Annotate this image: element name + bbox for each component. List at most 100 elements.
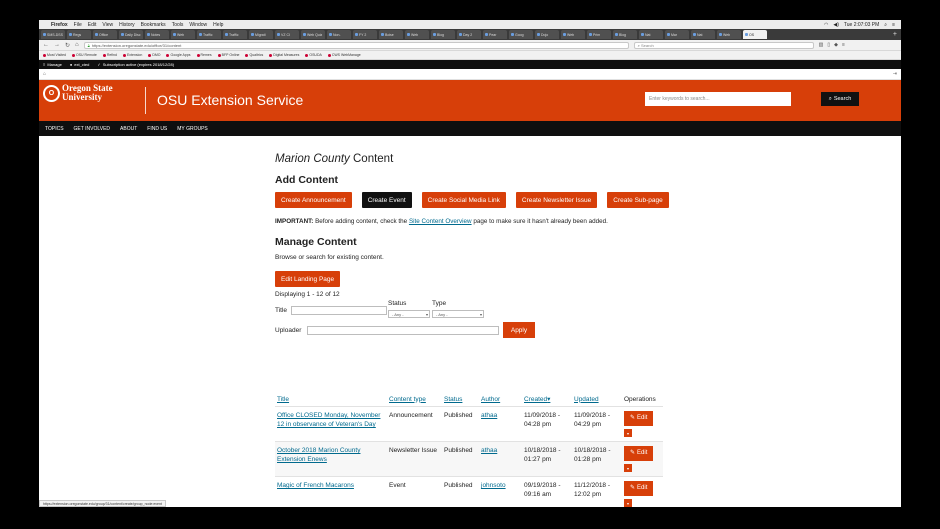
menu-view[interactable]: View (102, 22, 113, 28)
browser-tab[interactable]: Goog (509, 30, 533, 39)
manage-menu[interactable]: ≡ Manage (43, 62, 62, 67)
nav-find-us[interactable]: FIND US (147, 126, 167, 132)
browser-tab[interactable]: Blog (431, 30, 455, 39)
nav-my-groups[interactable]: MY GROUPS (177, 126, 207, 132)
create-newsletter-issue-button[interactable]: Create Newsletter Issue (515, 192, 598, 208)
author-link[interactable]: athaa (481, 412, 497, 419)
bookmark-item[interactable]: Qualtrics (245, 53, 263, 57)
menu-history[interactable]: History (119, 22, 135, 28)
bookmark-item[interactable]: Refind (102, 53, 117, 57)
create-announcement-button[interactable]: Create Announcement (275, 192, 352, 208)
browser-tab[interactable]: Nat (691, 30, 715, 39)
browser-tab[interactable]: Pear (483, 30, 507, 39)
spotlight-icon[interactable]: ⌕ (884, 22, 887, 28)
operations-dropdown-toggle[interactable]: ▾ (624, 499, 632, 507)
site-search-button[interactable]: ⌕ Search (821, 92, 859, 106)
bookmark-item[interactable]: DMO (148, 53, 160, 57)
browser-tab[interactable]: Daily Disc (119, 30, 143, 39)
home-icon[interactable]: ⌂ (75, 42, 79, 48)
browser-tab[interactable]: Dojo (535, 30, 559, 39)
menu-edit[interactable]: Edit (88, 22, 97, 28)
browser-tab[interactable]: Traffic (223, 30, 247, 39)
browser-tab[interactable]: Boise (379, 30, 403, 39)
menu-file[interactable]: File (74, 22, 82, 28)
browser-tab[interactable]: OS (743, 30, 767, 39)
content-title-link[interactable]: Office CLOSED Monday, November 12 in obs… (277, 412, 380, 428)
content-title-link[interactable]: October 2018 Marion County Extension Ene… (277, 447, 360, 463)
browser-tab[interactable]: Non- (327, 30, 351, 39)
browser-tab[interactable]: Web (405, 30, 429, 39)
browser-tab[interactable]: Mar (665, 30, 689, 39)
extension-icon[interactable]: ◆ (834, 42, 838, 48)
browser-tab[interactable]: Office (93, 30, 117, 39)
status-filter-select[interactable]: - Any - ▾ (388, 310, 430, 318)
author-link[interactable]: athaa (481, 447, 497, 454)
subscription-status[interactable]: ✓ Subscription active (expires 2018/12/2… (97, 62, 174, 67)
app-menu[interactable]: Firefox (51, 22, 68, 28)
sort-title-link[interactable]: Title (277, 396, 289, 403)
edit-button[interactable]: ✎ Edit (624, 481, 654, 496)
browser-tab[interactable]: Traffic (197, 30, 221, 39)
library-icon[interactable]: ▥ (819, 42, 824, 48)
menu-help[interactable]: Help (213, 22, 223, 28)
sort-created-link[interactable]: Created▾ (524, 396, 550, 403)
apply-button[interactable]: Apply (503, 322, 535, 338)
bookmark-item[interactable]: Google Apps (166, 53, 191, 57)
site-content-overview-link[interactable]: Site Content Overview (409, 218, 472, 225)
home-shortcut-icon[interactable]: ⌂ (43, 71, 46, 77)
bookmark-item[interactable]: Extension (122, 53, 142, 57)
browser-tab[interactable]: Web (171, 30, 195, 39)
collapse-icon[interactable]: ⇥ (893, 71, 897, 77)
create-sub-page-button[interactable]: Create Sub-page (607, 192, 669, 208)
sort-updated-link[interactable]: Updated (574, 396, 599, 403)
notification-icon[interactable]: ≡ (892, 22, 895, 28)
bookmark-item[interactable]: BFP Online (217, 53, 239, 57)
wifi-icon[interactable]: ◠ (824, 22, 828, 28)
operations-dropdown-toggle[interactable]: ▾ (624, 429, 632, 437)
browser-tab[interactable]: VZ CI (275, 30, 299, 39)
author-link[interactable]: johnsoto (481, 482, 506, 489)
url-bar[interactable]: 🔒︎ https://extension.oregonstate.edu/off… (83, 41, 629, 49)
sort-author-link[interactable]: Author (481, 396, 500, 403)
sidebar-icon[interactable]: ▯ (827, 42, 830, 48)
bookmark-item[interactable]: Most Visited (43, 53, 66, 57)
browser-search-input[interactable]: ⌕ Search (633, 41, 814, 49)
uploader-filter-input[interactable] (307, 326, 499, 335)
sort-status-link[interactable]: Status (444, 396, 462, 403)
browser-tab[interactable]: Notes (145, 30, 169, 39)
edit-button[interactable]: ✎ Edit (624, 411, 654, 426)
menu-tools[interactable]: Tools (172, 22, 184, 28)
browser-tab[interactable]: Day 2 (457, 30, 481, 39)
sort-content-type-link[interactable]: Content type (389, 396, 426, 403)
bookmark-item[interactable]: CWS WebManage (327, 53, 361, 57)
browser-tab[interactable]: Web (717, 30, 741, 39)
clock[interactable]: Tue 2:07:03 PM (844, 22, 879, 28)
menu-icon[interactable]: ≡ (842, 42, 845, 48)
site-search-input[interactable]: Enter keywords to search... (645, 92, 791, 106)
nav-get-involved[interactable]: GET INVOLVED (74, 126, 111, 132)
osu-logo[interactable]: O Oregon State University (43, 84, 113, 102)
back-icon[interactable]: ← (43, 42, 49, 48)
volume-icon[interactable]: ◀) (833, 22, 839, 28)
menu-window[interactable]: Window (189, 22, 207, 28)
browser-tab[interactable]: Web Quiz (301, 30, 325, 39)
edit-landing-page-button[interactable]: Edit Landing Page (275, 271, 341, 287)
browser-tab[interactable]: SMS-DSS (41, 30, 65, 39)
bookmark-item[interactable]: OSUDA (305, 53, 322, 57)
nav-topics[interactable]: TOPICS (45, 126, 64, 132)
browser-tab[interactable]: FY 2 (353, 30, 377, 39)
user-menu[interactable]: ● ext_cted (70, 62, 90, 67)
menu-bookmarks[interactable]: Bookmarks (141, 22, 166, 28)
browser-tab[interactable]: Nat (639, 30, 663, 39)
browser-tab[interactable]: Migrati (249, 30, 273, 39)
browser-tab[interactable]: Web (561, 30, 585, 39)
edit-button[interactable]: ✎ Edit (624, 446, 654, 461)
type-filter-select[interactable]: - Any - ▾ (432, 310, 484, 318)
browser-tab[interactable]: Prim (587, 30, 611, 39)
operations-dropdown-toggle[interactable]: ▾ (624, 464, 632, 472)
create-social-media-link-button[interactable]: Create Social Media Link (421, 192, 506, 208)
nav-about[interactable]: ABOUT (120, 126, 137, 132)
bookmark-item[interactable]: Remes (196, 53, 212, 57)
content-title-link[interactable]: Magic of French Macarons (277, 482, 354, 489)
browser-tab[interactable]: Regs (67, 30, 91, 39)
